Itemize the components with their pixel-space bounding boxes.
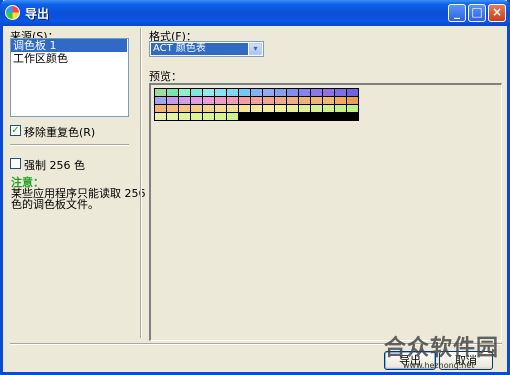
color-swatch[interactable] (191, 97, 202, 104)
color-swatch[interactable] (155, 89, 166, 96)
palette-icon (5, 5, 20, 20)
color-swatch[interactable] (239, 89, 250, 96)
color-swatch[interactable] (275, 89, 286, 96)
color-swatch[interactable] (275, 97, 286, 104)
color-swatch[interactable] (215, 113, 226, 120)
format-select[interactable]: ACT 颜色表 ▾ (149, 41, 264, 57)
note-text-line2: 色的调色板文件。 (11, 198, 99, 211)
color-swatch[interactable] (263, 89, 274, 96)
color-swatch[interactable] (347, 105, 358, 112)
force-256-checkbox[interactable] (10, 158, 21, 169)
source-item-palette-1[interactable]: 调色板 1 (11, 39, 127, 52)
color-swatch[interactable] (227, 97, 238, 104)
color-swatch[interactable] (167, 97, 178, 104)
color-swatch[interactable] (251, 105, 262, 112)
color-swatch[interactable] (287, 105, 298, 112)
remove-duplicates-checkbox[interactable]: ✓ (10, 125, 21, 136)
color-swatch[interactable] (167, 105, 178, 112)
color-swatch[interactable] (311, 105, 322, 112)
color-swatch[interactable] (155, 97, 166, 104)
color-swatch[interactable] (191, 89, 202, 96)
preview-label: 预览： (149, 70, 182, 83)
color-swatch[interactable] (215, 97, 226, 104)
export-dialog: 导出 _ □ × 来源(S)： 调色板 1 工作区颜色 ✓ 移除重复色(R) 强… (0, 0, 510, 375)
color-swatch[interactable] (263, 97, 274, 104)
color-swatch[interactable] (179, 113, 190, 120)
color-swatch[interactable] (323, 105, 334, 112)
color-swatch[interactable] (263, 105, 274, 112)
color-swatch[interactable] (251, 97, 262, 104)
color-swatch[interactable] (167, 113, 178, 120)
source-listbox[interactable]: 调色板 1 工作区颜色 (10, 38, 129, 117)
chevron-down-icon[interactable]: ▾ (249, 43, 262, 55)
left-divider (10, 144, 129, 146)
color-swatch[interactable] (203, 113, 214, 120)
close-button[interactable]: × (488, 4, 506, 22)
color-swatch[interactable] (239, 97, 250, 104)
watermark-url: www.hezhong.net (403, 361, 475, 370)
color-swatch[interactable] (179, 105, 190, 112)
color-swatch[interactable] (335, 105, 346, 112)
color-swatch[interactable] (335, 89, 346, 96)
color-swatch[interactable] (179, 89, 190, 96)
color-swatch[interactable] (179, 97, 190, 104)
color-swatch[interactable] (167, 89, 178, 96)
color-swatch[interactable] (215, 105, 226, 112)
color-swatch[interactable] (299, 89, 310, 96)
color-swatch[interactable] (347, 89, 358, 96)
color-swatch[interactable] (191, 105, 202, 112)
minimize-button[interactable]: _ (448, 4, 466, 22)
format-selected-value: ACT 颜色表 (151, 43, 248, 55)
color-swatch[interactable] (203, 97, 214, 104)
color-swatch[interactable] (311, 97, 322, 104)
window-title: 导出 (25, 7, 50, 21)
color-swatch[interactable] (155, 113, 166, 120)
color-swatch[interactable] (287, 89, 298, 96)
color-swatch[interactable] (227, 113, 238, 120)
maximize-button[interactable]: □ (468, 4, 486, 22)
title-bar[interactable]: 导出 _ □ × (0, 0, 510, 26)
color-swatch[interactable] (299, 105, 310, 112)
color-swatch[interactable] (203, 105, 214, 112)
color-swatch[interactable] (287, 97, 298, 104)
color-swatch[interactable] (323, 97, 334, 104)
color-swatch[interactable] (335, 97, 346, 104)
color-swatch[interactable] (203, 89, 214, 96)
color-swatch[interactable] (215, 89, 226, 96)
color-swatch[interactable] (275, 105, 286, 112)
color-swatch-grid (154, 88, 359, 121)
source-item-workspace-colors[interactable]: 工作区颜色 (11, 52, 128, 65)
preview-panel (149, 83, 502, 341)
color-swatch[interactable] (251, 89, 262, 96)
remove-duplicates-label[interactable]: 移除重复色(R) (24, 124, 95, 140)
color-swatch[interactable] (323, 89, 334, 96)
color-swatch[interactable] (347, 97, 358, 104)
watermark-text: 合众软件园 (384, 336, 500, 361)
force-256-label[interactable]: 强制 256 色 (24, 157, 85, 173)
column-divider (140, 28, 142, 338)
color-swatch[interactable] (239, 105, 250, 112)
color-swatch[interactable] (227, 105, 238, 112)
watermark: 合众软件园 www.hezhong.net (384, 330, 510, 372)
color-swatch[interactable] (191, 113, 202, 120)
color-swatch[interactable] (155, 105, 166, 112)
color-swatch[interactable] (227, 89, 238, 96)
color-swatch[interactable] (299, 97, 310, 104)
color-swatch[interactable] (311, 89, 322, 96)
